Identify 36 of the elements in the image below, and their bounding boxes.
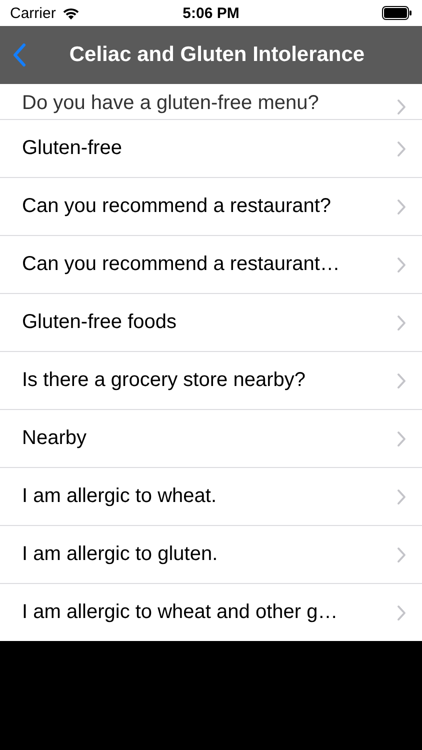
phrase-label: Can you recommend a restaurant… bbox=[22, 253, 340, 276]
wifi-icon bbox=[62, 6, 80, 20]
phrase-label: Can you recommend a restaurant? bbox=[22, 195, 332, 218]
back-icon[interactable] bbox=[12, 43, 26, 67]
list-item[interactable]: Gluten-free bbox=[0, 120, 422, 178]
chevron-icon bbox=[397, 99, 406, 115]
phrase-label: I am allergic to wheat. bbox=[22, 485, 217, 508]
list-item[interactable]: Nearby bbox=[0, 410, 422, 468]
carrier-label: Carrier bbox=[10, 4, 56, 22]
chevron-icon bbox=[397, 314, 406, 330]
list-item[interactable]: I am allergic to wheat. bbox=[0, 468, 422, 526]
list-item[interactable]: Can you recommend a restaurant… bbox=[0, 236, 422, 294]
list-item[interactable]: Is there a grocery store nearby? bbox=[0, 352, 422, 410]
chevron-icon bbox=[397, 140, 406, 156]
list-item[interactable]: Gluten-free foods bbox=[0, 294, 422, 352]
chevron-icon bbox=[397, 372, 406, 388]
list-item[interactable]: Can you recommend a restaurant? bbox=[0, 178, 422, 236]
phrase-label: Is there a grocery store nearby? bbox=[22, 369, 306, 392]
chevron-icon bbox=[397, 546, 406, 562]
chevron-icon bbox=[397, 604, 406, 620]
phrase-label: I am allergic to gluten. bbox=[22, 543, 218, 566]
battery-icon bbox=[382, 6, 412, 20]
chevron-icon bbox=[397, 430, 406, 446]
chevron-icon bbox=[397, 488, 406, 504]
clock-time: 5:06 PM bbox=[182, 4, 240, 22]
list-item[interactable]: I am allergic to gluten. bbox=[0, 526, 422, 584]
list-item[interactable]: Do you have a gluten-free menu? bbox=[0, 84, 422, 120]
chevron-icon bbox=[397, 198, 406, 214]
phrase-label: Gluten-free bbox=[22, 137, 122, 160]
screen-title: Celiac and Gluten Intolerance bbox=[68, 43, 366, 67]
list-item[interactable]: I am allergic to wheat and other g… bbox=[0, 584, 422, 641]
phrase-label: Nearby bbox=[22, 427, 86, 450]
phrase-label: Gluten-free foods bbox=[22, 311, 177, 334]
phrase-label: I am allergic to wheat and other g… bbox=[22, 601, 338, 624]
phrase-label: Do you have a gluten-free menu? bbox=[22, 92, 319, 115]
chevron-icon bbox=[397, 256, 406, 272]
